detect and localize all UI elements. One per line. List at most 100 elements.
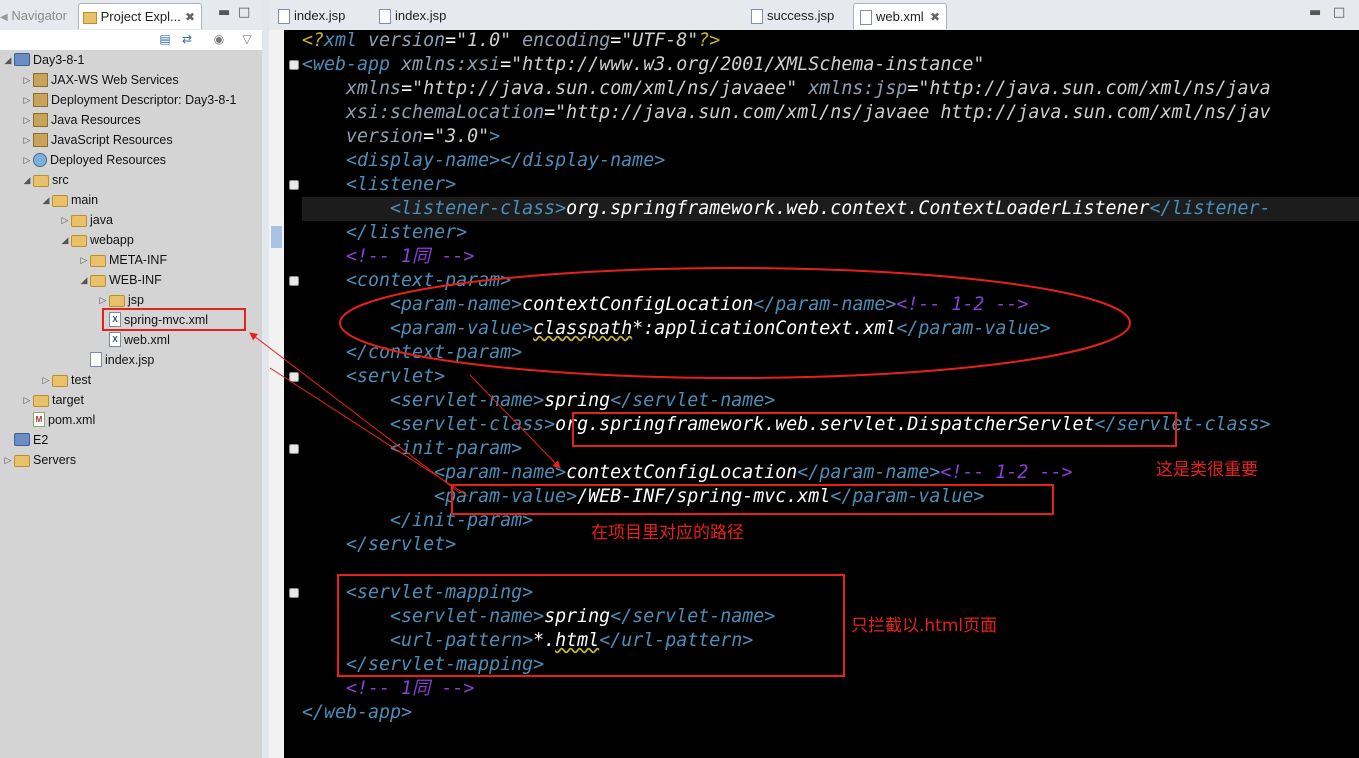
expanded-arrow-icon[interactable]: ◢	[78, 270, 90, 290]
tree-item[interactable]: ◢ webapp	[59, 230, 134, 250]
code-token: version	[302, 126, 424, 147]
tree-item[interactable]: ▷ Deployed Resources	[21, 150, 166, 170]
tree-item-label: java	[90, 213, 113, 227]
minimize-icon[interactable]: ▬	[1309, 5, 1321, 20]
file-icon	[379, 9, 391, 24]
tree-item[interactable]: Xweb.xml	[97, 330, 170, 350]
code-token: spring	[544, 390, 611, 411]
collapse-all-icon[interactable]: ▤	[158, 32, 172, 46]
expanded-arrow-icon[interactable]: ◢	[2, 50, 14, 70]
fold-toggle-icon[interactable]	[289, 588, 299, 598]
collapsed-arrow-icon[interactable]: ▷	[21, 110, 33, 130]
code-token: xsi:schemaLocation	[302, 102, 545, 123]
code-token: <context-param>	[302, 270, 512, 291]
tree-item[interactable]: ▷ JAX-WS Web Services	[21, 70, 179, 90]
editor-tab[interactable]: index.jsp	[272, 3, 364, 29]
tree-item-label: WEB-INF	[109, 273, 162, 287]
tree-item[interactable]: ◢ src	[21, 170, 69, 190]
collapsed-arrow-icon[interactable]: ▷	[21, 390, 33, 410]
xml-file-icon: X	[109, 332, 121, 348]
tree-item[interactable]: E2	[2, 430, 48, 450]
tree-item[interactable]: ▷ Java Resources	[21, 110, 141, 130]
code-token: "http://www.w3.org/2001/XMLSchema-instan…	[511, 54, 985, 75]
collapsed-arrow-icon[interactable]: ▷	[40, 370, 52, 390]
code-line: <servlet-mapping>	[302, 581, 533, 605]
editor-tab[interactable]: success.jsp	[745, 3, 847, 29]
tree-item[interactable]: index.jsp	[78, 350, 154, 370]
tree-item[interactable]: ◢ main	[40, 190, 99, 210]
tree-item-label: JavaScript Resources	[51, 133, 173, 147]
maximize-icon[interactable]: □	[238, 5, 250, 20]
folder-icon	[109, 294, 125, 307]
fold-toggle-icon[interactable]	[289, 372, 299, 382]
tree-item[interactable]: ▷ META-INF	[78, 250, 168, 270]
code-token: =	[500, 54, 512, 75]
code-line: <param-value>classpath*:applicationConte…	[302, 317, 1050, 341]
tree-item-label: jsp	[128, 293, 144, 307]
collapsed-arrow-icon[interactable]: ▷	[2, 450, 14, 470]
code-line: <servlet-class>org.springframework.web.s…	[302, 413, 1271, 437]
editor-tab[interactable]: index.jsp	[373, 3, 473, 29]
tree-item-label: Java Resources	[51, 113, 141, 127]
link-with-editor-icon[interactable]: ⇄	[180, 32, 194, 46]
tree-item[interactable]: ▷ jsp	[97, 290, 144, 310]
code-token: =	[423, 126, 435, 147]
fold-toggle-icon[interactable]	[289, 276, 299, 286]
collapsed-arrow-icon[interactable]: ▷	[78, 250, 90, 270]
tree-item[interactable]: ▷ Deployment Descriptor: Day3-8-1	[21, 90, 237, 110]
code-token: </param-name>	[753, 294, 897, 315]
tab-project-explorer[interactable]: Project Expl... ✖	[78, 3, 202, 29]
code-token: *:applicationContext.xml	[632, 318, 897, 339]
maximize-icon[interactable]: □	[1333, 5, 1345, 20]
code-token: spring	[544, 606, 611, 627]
panel-separator[interactable]	[262, 0, 269, 758]
close-icon[interactable]: ✖	[930, 4, 940, 30]
view-menu-icon[interactable]: ▽	[240, 32, 254, 46]
code-token: html	[555, 630, 600, 651]
overview-ruler[interactable]	[269, 30, 284, 758]
tree-item[interactable]: ▷ java	[59, 210, 113, 230]
code-token: <url-pattern>	[302, 630, 534, 651]
code-editor[interactable]: <?xml version="1.0" encoding="UTF-8"?> <w…	[302, 30, 1359, 758]
collapsed-arrow-icon[interactable]: ▷	[21, 70, 33, 90]
tree-item[interactable]: ◢ WEB-INF	[78, 270, 162, 290]
code-line: </web-app>	[302, 701, 412, 725]
minimize-icon[interactable]: ▬	[218, 5, 230, 20]
expanded-arrow-icon[interactable]: ◢	[40, 190, 52, 210]
fold-toggle-icon[interactable]	[289, 444, 299, 454]
folder-icon	[71, 214, 87, 227]
collapsed-arrow-icon[interactable]: ▷	[21, 150, 33, 170]
code-token: <param-name>	[302, 294, 523, 315]
folder-icon	[14, 454, 30, 467]
tree-item-label: Servers	[33, 453, 77, 467]
code-line: <param-name>contextConfigLocation</param…	[302, 461, 1072, 485]
filter-icon[interactable]: ◉	[212, 32, 226, 46]
collapsed-arrow-icon[interactable]: ▷	[97, 290, 109, 310]
code-token: ?>	[698, 30, 721, 51]
collapsed-arrow-icon[interactable]: ▷	[21, 130, 33, 150]
collapsed-arrow-icon[interactable]: ▷	[21, 90, 33, 110]
tree-item-label: web.xml	[124, 333, 170, 347]
code-token: "http://java.sun.com/xml/ns/javaee"	[412, 78, 798, 99]
tree-item[interactable]: ◢ Day3-8-1	[2, 50, 85, 70]
tab-navigator[interactable]: ◀ Navigator	[0, 3, 67, 29]
tree-item[interactable]: ▷ target	[21, 390, 84, 410]
tree-item[interactable]: ▷ Servers	[2, 450, 77, 470]
tree-item[interactable]: Xspring-mvc.xml	[97, 310, 208, 330]
code-token: xmlns:jsp	[797, 78, 908, 99]
tree-item[interactable]: Mpom.xml	[21, 410, 95, 430]
editor-tab[interactable]: web.xml ✖	[853, 3, 947, 29]
tree-item[interactable]: ▷ test	[40, 370, 92, 390]
close-icon[interactable]: ✖	[185, 4, 195, 30]
tree-item[interactable]: ▷ JavaScript Resources	[21, 130, 173, 150]
expanded-arrow-icon[interactable]: ◢	[21, 170, 33, 190]
code-token: encoding	[511, 30, 611, 51]
project-explorer-panel: ◀ Navigator Project Expl... ✖ ▬ □ ▤ ⇄ ◉ …	[0, 0, 262, 758]
fold-toggle-icon[interactable]	[289, 60, 299, 70]
collapsed-arrow-icon[interactable]: ▷	[59, 210, 71, 230]
code-token: </url-pattern>	[599, 630, 754, 651]
fold-toggle-icon[interactable]	[289, 180, 299, 190]
ruler-marker	[271, 226, 282, 248]
code-line: <web-app xmlns:xsi="http://www.w3.org/20…	[302, 53, 984, 77]
expanded-arrow-icon[interactable]: ◢	[59, 230, 71, 250]
